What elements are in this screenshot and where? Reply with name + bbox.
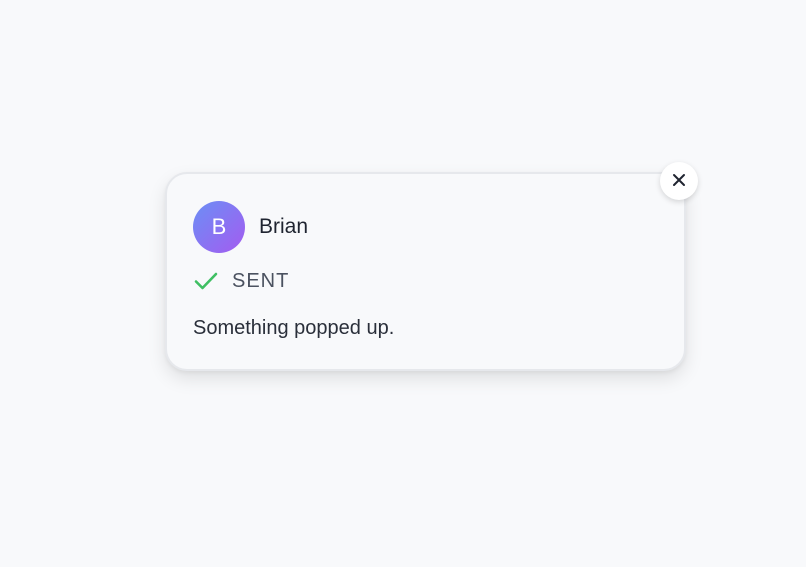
page-background: B Brian SENT Something popped up. xyxy=(0,0,806,567)
notification-message: Something popped up. xyxy=(193,317,395,339)
sender-name: Brian xyxy=(259,215,309,238)
check-icon xyxy=(193,268,219,294)
avatar: B xyxy=(193,201,245,253)
close-icon xyxy=(672,173,686,190)
close-button[interactable] xyxy=(660,162,698,200)
status-row: SENT xyxy=(193,268,289,294)
status-label: SENT xyxy=(232,269,290,292)
sender-row: B Brian xyxy=(193,201,308,253)
notification-card: B Brian SENT Something popped up. xyxy=(165,172,686,371)
